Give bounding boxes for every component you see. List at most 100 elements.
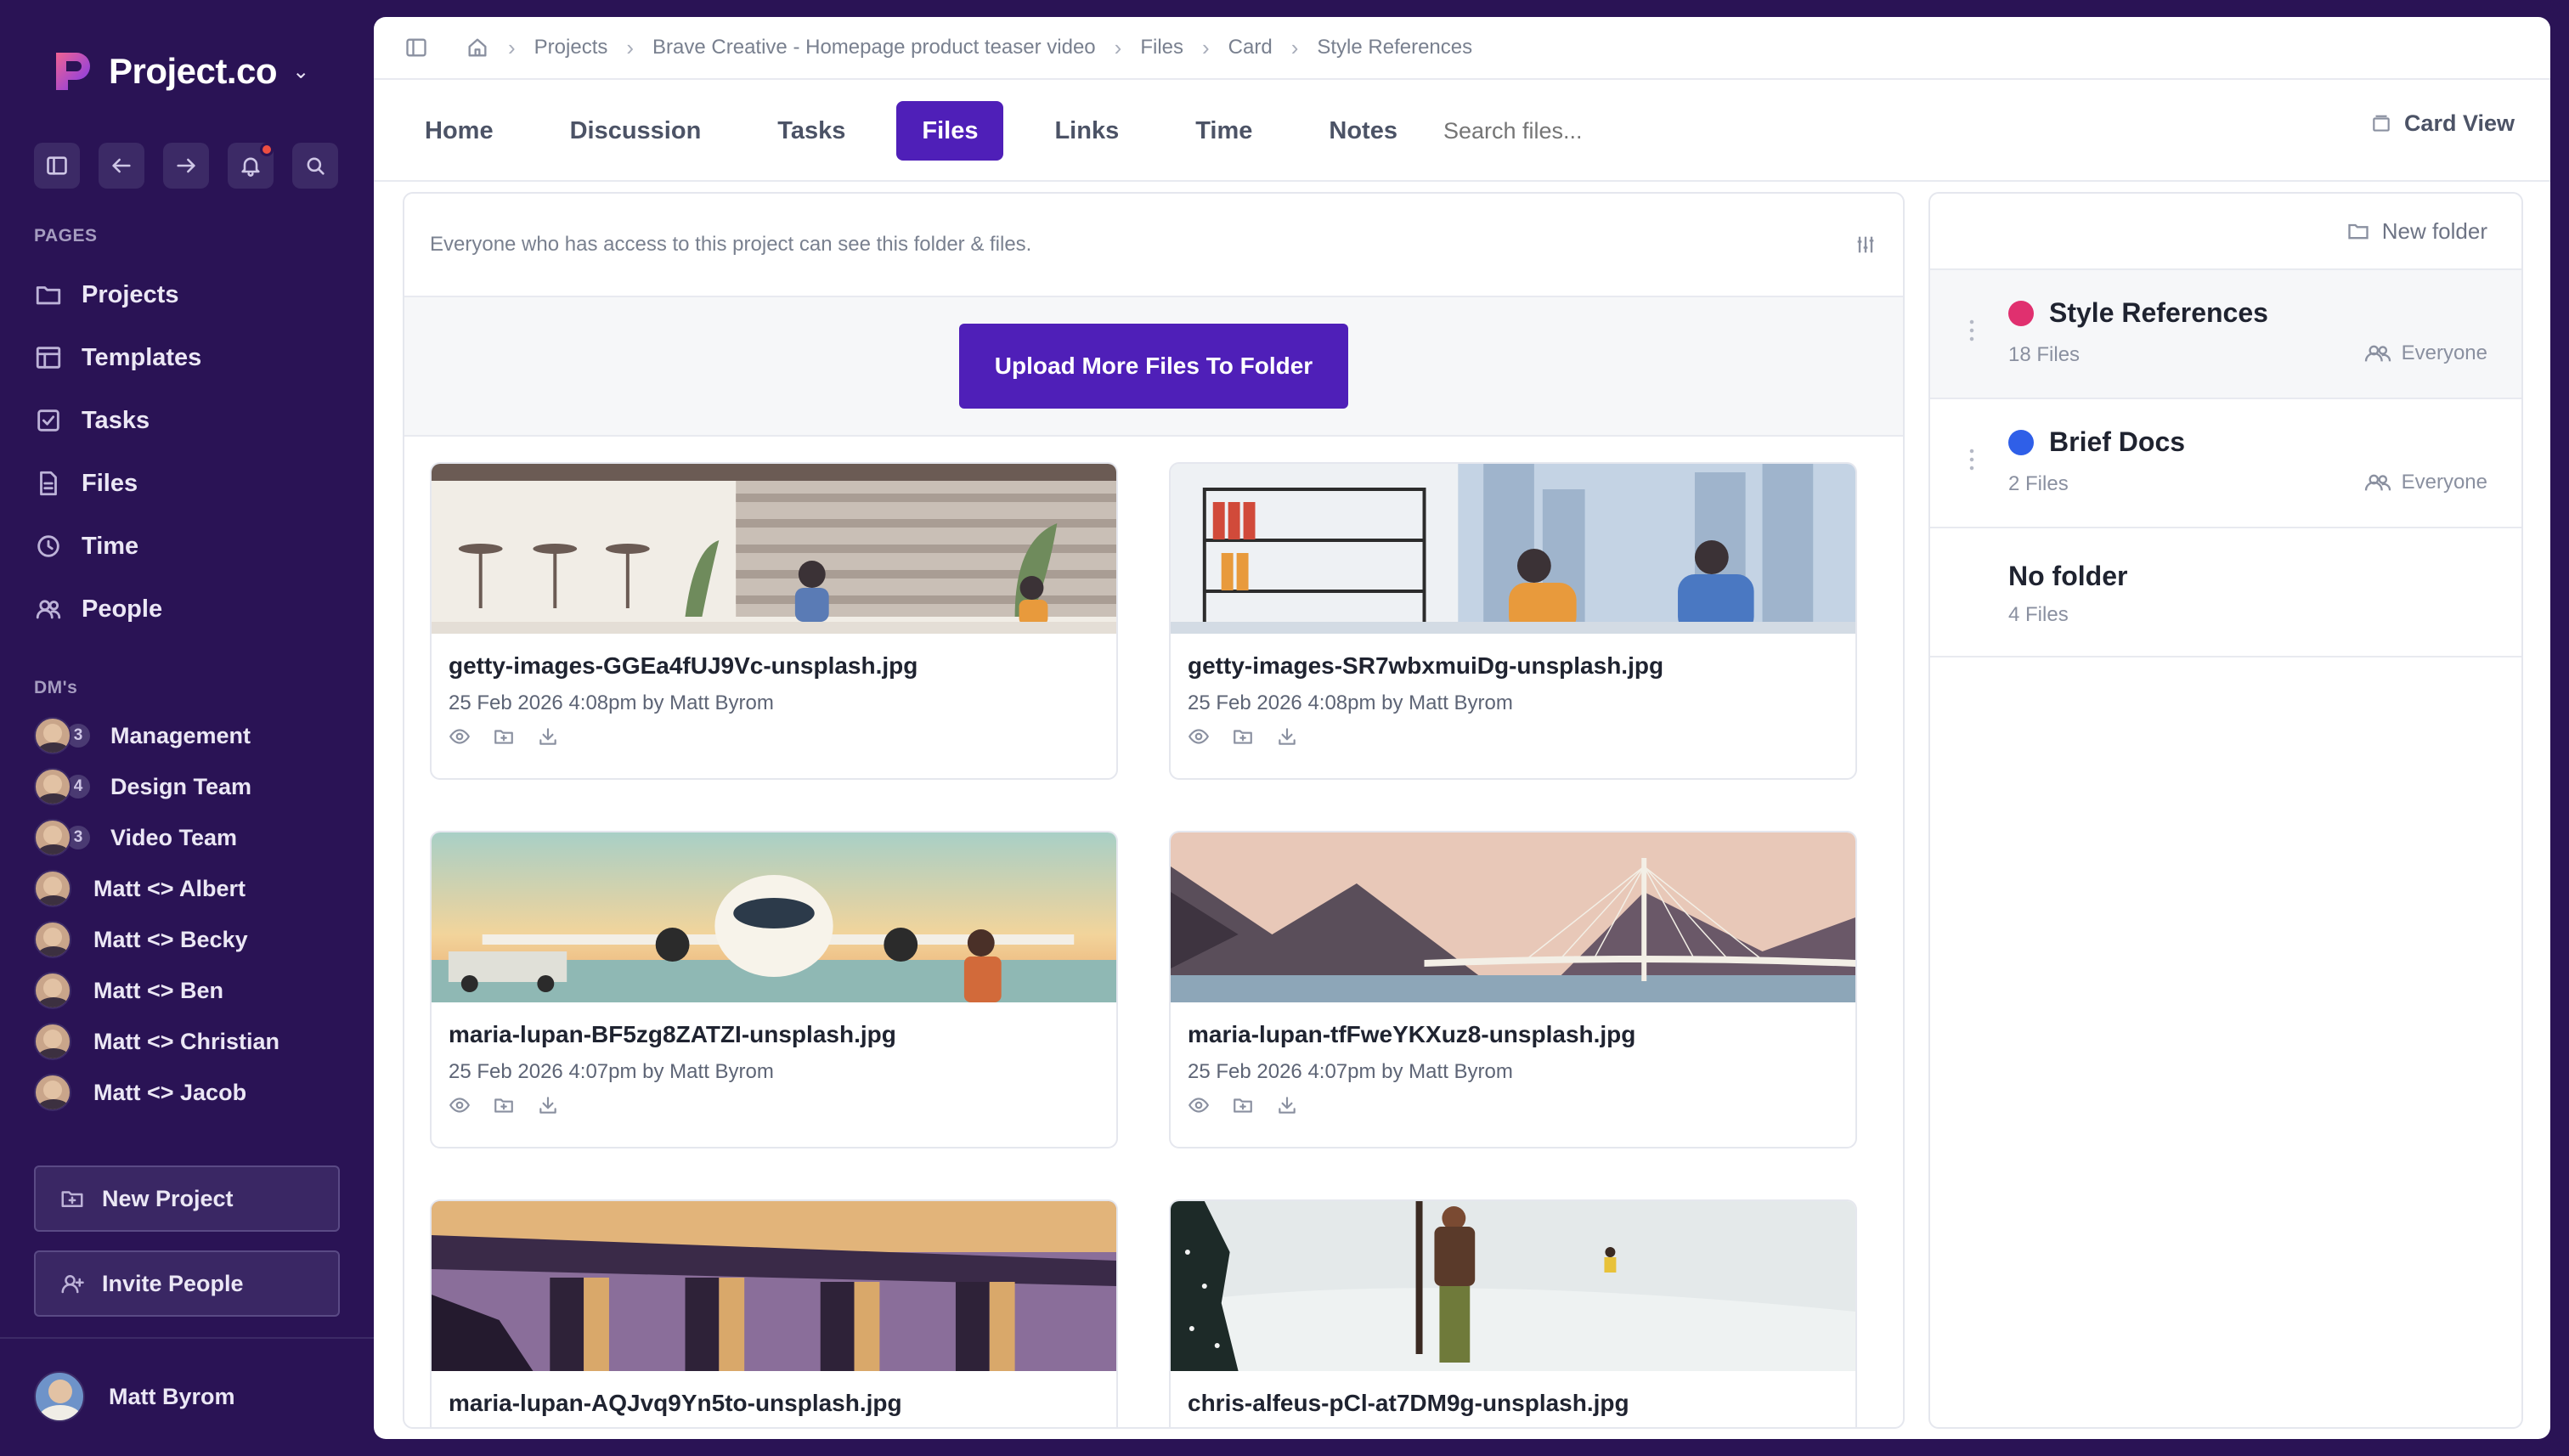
dm-item-jacob[interactable]: Matt <> Jacob [34,1067,357,1118]
file-meta: 25 Feb 2026 4:07pm by Matt Byrom [449,1060,774,1083]
file-card[interactable]: maria-lupan-AQJvq9Yn5to-unsplash.jpg [430,1199,1118,1427]
workspace-switcher[interactable]: Project.co ⌄ [49,48,309,95]
forward-button[interactable] [163,143,209,189]
eye-icon[interactable] [449,1094,471,1116]
move-to-folder-icon[interactable] [493,1094,515,1116]
folder-plus-icon [61,1191,83,1207]
upload-files-button[interactable]: Upload More Files To Folder [959,324,1348,409]
breadcrumb-item[interactable]: Files [1140,36,1183,59]
file-name[interactable]: maria-lupan-BF5zg8ZATZI-unsplash.jpg [432,1002,1116,1048]
dm-item-albert[interactable]: Matt <> Albert [34,863,357,914]
move-to-folder-icon[interactable] [493,725,515,748]
file-name[interactable]: chris-alfeus-pCl-at7DM9g-unsplash.jpg [1171,1371,1855,1417]
tab-notes[interactable]: Notes [1303,101,1423,161]
file-meta [432,1417,1116,1427]
tab-home[interactable]: Home [399,101,519,161]
tab-tasks[interactable]: Tasks [752,101,871,161]
breadcrumb-current: Style References [1317,36,1473,59]
move-to-folder-icon[interactable] [1232,1094,1254,1116]
folder-file-count: 18 Files [2008,343,2081,366]
new-folder-button[interactable]: New folder [1930,194,2521,270]
file-grid: getty-images-GGEa4fUJ9Vc-unsplash.jpg 25… [430,462,1857,1427]
file-thumbnail [432,464,1116,634]
access-note-text: Everyone who has access to this project … [430,233,1032,256]
download-icon[interactable] [537,725,559,748]
sidebar-item-label: Templates [82,343,202,371]
file-card[interactable]: getty-images-GGEa4fUJ9Vc-unsplash.jpg 25… [430,462,1118,780]
home-icon[interactable] [466,36,489,59]
sidebar-icon [47,156,67,175]
tab-links[interactable]: Links [1029,101,1144,161]
breadcrumb-item[interactable]: Brave Creative - Homepage product teaser… [652,36,1096,59]
search-button[interactable] [292,143,338,189]
file-card[interactable]: chris-alfeus-pCl-at7DM9g-unsplash.jpg [1169,1199,1857,1427]
eye-icon[interactable] [1188,725,1210,748]
folder-file-count: 2 Files [2008,472,2069,495]
notifications-button[interactable] [228,143,274,189]
sidebar-item-tasks[interactable]: Tasks [34,389,348,452]
chevron-down-icon: ⌄ [292,59,310,83]
sidebar-item-people[interactable]: People [34,578,348,641]
bell-icon [241,157,260,177]
avatar [34,819,71,856]
drag-handle-icon[interactable] [1969,318,1974,343]
file-card[interactable]: maria-lupan-BF5zg8ZATZI-unsplash.jpg 25 … [430,831,1118,1148]
folder-row-brief-docs[interactable]: Brief Docs 2 Files Everyone [1930,399,2521,528]
dm-item-video-team[interactable]: 3 Video Team [34,812,357,863]
file-name[interactable]: maria-lupan-AQJvq9Yn5to-unsplash.jpg [432,1371,1116,1417]
file-actions [432,715,1116,748]
dm-item-becky[interactable]: Matt <> Becky [34,914,357,965]
breadcrumb-item[interactable]: Projects [534,36,608,59]
chevron-right-icon: › [508,34,516,60]
file-thumbnail [1171,464,1855,634]
search-files-input[interactable] [1443,117,1919,144]
eye-icon[interactable] [1188,1094,1210,1116]
folder-title: Style References [2049,297,2268,328]
folder-row-no-folder[interactable]: No folder 4 Files [1930,528,2521,657]
sidebar-item-projects[interactable]: Projects [34,263,348,326]
folder-row-style-references[interactable]: Style References 18 Files Everyone [1930,270,2521,399]
invite-people-button[interactable]: Invite People [34,1250,340,1317]
sidebar-divider [0,1337,374,1339]
invite-people-label: Invite People [102,1270,244,1296]
sidebar-item-time[interactable]: Time [34,515,348,578]
toggle-sidebar-button[interactable] [34,143,80,189]
settings-sliders-icon[interactable] [1854,233,1877,257]
card-view-icon [2373,115,2390,132]
new-project-button[interactable]: New Project [34,1165,340,1232]
file-card[interactable]: maria-lupan-tfFweYKXuz8-unsplash.jpg 25 … [1169,831,1857,1148]
dm-item-ben[interactable]: Matt <> Ben [34,965,357,1016]
card-view-toggle[interactable]: Card View [2370,110,2515,137]
drag-handle-icon[interactable] [1969,447,1974,472]
tab-files[interactable]: Files [896,101,1004,161]
download-icon[interactable] [1276,725,1298,748]
current-user[interactable]: Matt Byrom [34,1371,235,1422]
file-name[interactable]: getty-images-GGEa4fUJ9Vc-unsplash.jpg [432,634,1116,680]
file-name[interactable]: getty-images-SR7wbxmuiDg-unsplash.jpg [1171,634,1855,680]
file-actions [1171,1084,1855,1116]
breadcrumb-item[interactable]: Card [1228,36,1273,59]
notification-dot [260,143,274,156]
sidebar-item-files[interactable]: Files [34,452,348,515]
move-to-folder-icon[interactable] [1232,725,1254,748]
download-icon[interactable] [537,1094,559,1116]
file-name[interactable]: maria-lupan-tfFweYKXuz8-unsplash.jpg [1171,1002,1855,1048]
eye-icon[interactable] [449,725,471,748]
back-button[interactable] [99,143,144,189]
dm-label: Matt <> Becky [93,926,248,952]
sidebar-item-templates[interactable]: Templates [34,326,348,389]
dm-item-design-team[interactable]: 4 Design Team [34,761,357,812]
folder-color-dot [2008,430,2034,455]
dm-item-management[interactable]: 3 Management [34,710,357,761]
file-card[interactable]: getty-images-SR7wbxmuiDg-unsplash.jpg 25… [1169,462,1857,780]
sidebar-toggle-icon[interactable] [404,36,428,59]
tab-discussion[interactable]: Discussion [545,101,727,161]
user-name: Matt Byrom [109,1383,235,1409]
folder-access: Everyone [2363,341,2487,365]
dm-item-christian[interactable]: Matt <> Christian [34,1016,357,1067]
people-icon [2364,474,2391,491]
tab-time[interactable]: Time [1170,101,1278,161]
download-icon[interactable] [1276,1094,1298,1116]
arrow-left-icon [112,158,131,173]
avatar [34,921,71,958]
